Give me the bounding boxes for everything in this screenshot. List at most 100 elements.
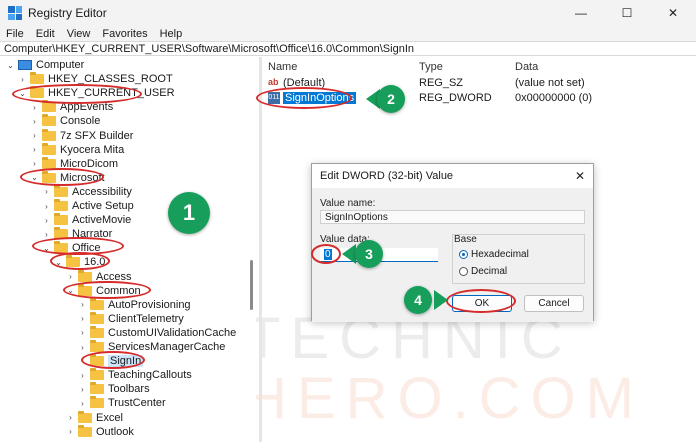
computer-icon xyxy=(18,60,32,70)
tree-item-label: Active Setup xyxy=(72,200,134,212)
tree-item-label: TrustCenter xyxy=(108,397,166,410)
chevron-right-icon[interactable]: › xyxy=(18,75,27,84)
chevron-right-icon[interactable]: › xyxy=(42,230,51,239)
highlight-ring-microsoft xyxy=(20,168,104,186)
chevron-right-icon[interactable]: › xyxy=(78,314,87,323)
column-type[interactable]: Type xyxy=(419,61,443,73)
chevron-right-icon[interactable]: › xyxy=(66,413,75,422)
tree-item[interactable]: › Active Setup xyxy=(42,199,134,213)
column-data[interactable]: Data xyxy=(515,61,538,73)
tree-item[interactable]: › Kyocera Mita xyxy=(30,142,125,157)
tree-item-label: Excel xyxy=(96,411,123,424)
value-data: (value not set) xyxy=(515,77,585,89)
chevron-right-icon[interactable]: › xyxy=(78,328,87,337)
tree-item[interactable]: › Accessibility xyxy=(42,184,132,199)
folder-icon xyxy=(78,410,92,423)
cancel-button[interactable]: Cancel xyxy=(524,295,584,312)
folder-icon xyxy=(30,72,44,85)
tree-item[interactable]: › CustomUIValidationCache xyxy=(78,325,237,340)
folder-icon xyxy=(90,325,104,338)
dialog-title: Edit DWORD (32-bit) Value xyxy=(320,170,454,182)
tree-scrollbar[interactable] xyxy=(250,260,253,310)
chevron-right-icon[interactable]: › xyxy=(66,427,75,436)
folder-icon xyxy=(54,184,68,197)
values-header: Name Type Data xyxy=(262,59,696,75)
highlight-ring-signin xyxy=(81,351,145,369)
tree-item-label: Computer xyxy=(36,59,85,71)
chevron-right-icon[interactable]: › xyxy=(66,272,75,281)
menu-file[interactable]: File xyxy=(6,28,24,40)
chevron-right-icon[interactable]: › xyxy=(78,371,87,380)
hexadecimal-label: Hexadecimal xyxy=(471,249,529,260)
tree-item[interactable]: › Excel xyxy=(66,410,123,425)
chevron-right-icon[interactable]: › xyxy=(78,399,87,408)
window-title: Registry Editor xyxy=(28,6,107,20)
folder-icon xyxy=(54,213,68,226)
minimize-button[interactable]: — xyxy=(558,0,604,26)
watermark-line2: HERO.COM xyxy=(245,366,644,431)
menu-view[interactable]: View xyxy=(67,28,91,40)
radio-unselected-icon xyxy=(459,267,468,276)
value-name-field[interactable]: SignInOptions xyxy=(320,210,585,224)
folder-icon xyxy=(90,311,104,324)
tree-item[interactable]: › Toolbars xyxy=(78,382,150,396)
tree-item-label: Kyocera Mita xyxy=(60,143,125,156)
menu-bar: File Edit View Favorites Help xyxy=(0,26,696,41)
tree-item[interactable]: › ActiveMovie xyxy=(42,213,131,227)
chevron-right-icon[interactable]: › xyxy=(78,385,87,394)
maximize-button[interactable]: ☐ xyxy=(604,0,650,26)
chevron-right-icon[interactable]: › xyxy=(42,216,51,225)
dialog-close-icon[interactable]: ✕ xyxy=(573,169,587,183)
step-3-arrow xyxy=(342,244,356,264)
highlight-ring-hkcu xyxy=(12,84,142,104)
tree-item-label: ActiveMovie xyxy=(72,214,132,227)
tree-item[interactable]: › Console xyxy=(30,114,100,128)
column-name[interactable]: Name xyxy=(268,61,297,73)
highlight-ring-value-data xyxy=(311,244,341,264)
chevron-right-icon[interactable]: › xyxy=(42,202,51,211)
address-bar[interactable]: Computer\HKEY_CURRENT_USER\Software\Micr… xyxy=(0,41,696,56)
tree-item-label: CustomUIValidationCache xyxy=(108,326,237,339)
chevron-right-icon[interactable]: › xyxy=(78,343,87,352)
radio-selected-icon xyxy=(459,250,468,259)
folder-icon xyxy=(90,396,104,409)
address-path: Computer\HKEY_CURRENT_USER\Software\Micr… xyxy=(4,42,414,55)
decimal-radio[interactable]: Decimal xyxy=(459,266,507,277)
tree-item[interactable]: › ClientTelemetry xyxy=(78,311,184,326)
chevron-right-icon[interactable]: › xyxy=(30,103,39,112)
folder-icon xyxy=(54,199,68,211)
tree-item-label: 7z SFX Builder xyxy=(60,129,134,142)
value-type: REG_SZ xyxy=(419,77,464,89)
step-4-badge: 4 xyxy=(404,286,432,314)
folder-icon xyxy=(42,128,56,141)
chevron-right-icon[interactable]: › xyxy=(30,159,39,168)
chevron-right-icon[interactable]: › xyxy=(78,300,87,309)
folder-icon xyxy=(42,142,56,155)
tree-item-label: Console xyxy=(60,115,101,128)
pane-splitter[interactable] xyxy=(259,57,262,442)
tree-item[interactable]: › TrustCenter xyxy=(78,396,166,410)
chevron-right-icon[interactable]: › xyxy=(30,117,39,126)
close-button[interactable]: ✕ xyxy=(650,0,696,26)
folder-icon xyxy=(42,100,56,113)
step-3-badge: 3 xyxy=(355,240,383,268)
value-data: 0x00000000 (0) xyxy=(515,92,593,104)
tree-item[interactable]: › 7z SFX Builder xyxy=(30,128,134,143)
menu-help[interactable]: Help xyxy=(160,28,183,40)
tree-item[interactable]: › AutoProvisioning xyxy=(78,297,191,312)
chevron-right-icon[interactable]: › xyxy=(42,187,51,196)
tree-item[interactable]: ⌄ Computer xyxy=(6,58,84,72)
chevron-right-icon[interactable]: › xyxy=(30,131,39,140)
menu-favorites[interactable]: Favorites xyxy=(102,28,147,40)
folder-icon xyxy=(90,368,104,381)
tree-item[interactable]: › Outlook xyxy=(66,424,134,439)
menu-edit[interactable]: Edit xyxy=(36,28,55,40)
tree-item[interactable]: › TeachingCallouts xyxy=(78,368,192,382)
decimal-label: Decimal xyxy=(471,266,508,277)
chevron-down-icon[interactable]: ⌄ xyxy=(6,61,15,70)
folder-icon xyxy=(78,269,92,282)
chevron-right-icon[interactable]: › xyxy=(30,145,39,154)
hexadecimal-radio[interactable]: Hexadecimal xyxy=(459,249,529,260)
step-4-arrow xyxy=(434,290,448,310)
folder-icon xyxy=(90,382,104,395)
